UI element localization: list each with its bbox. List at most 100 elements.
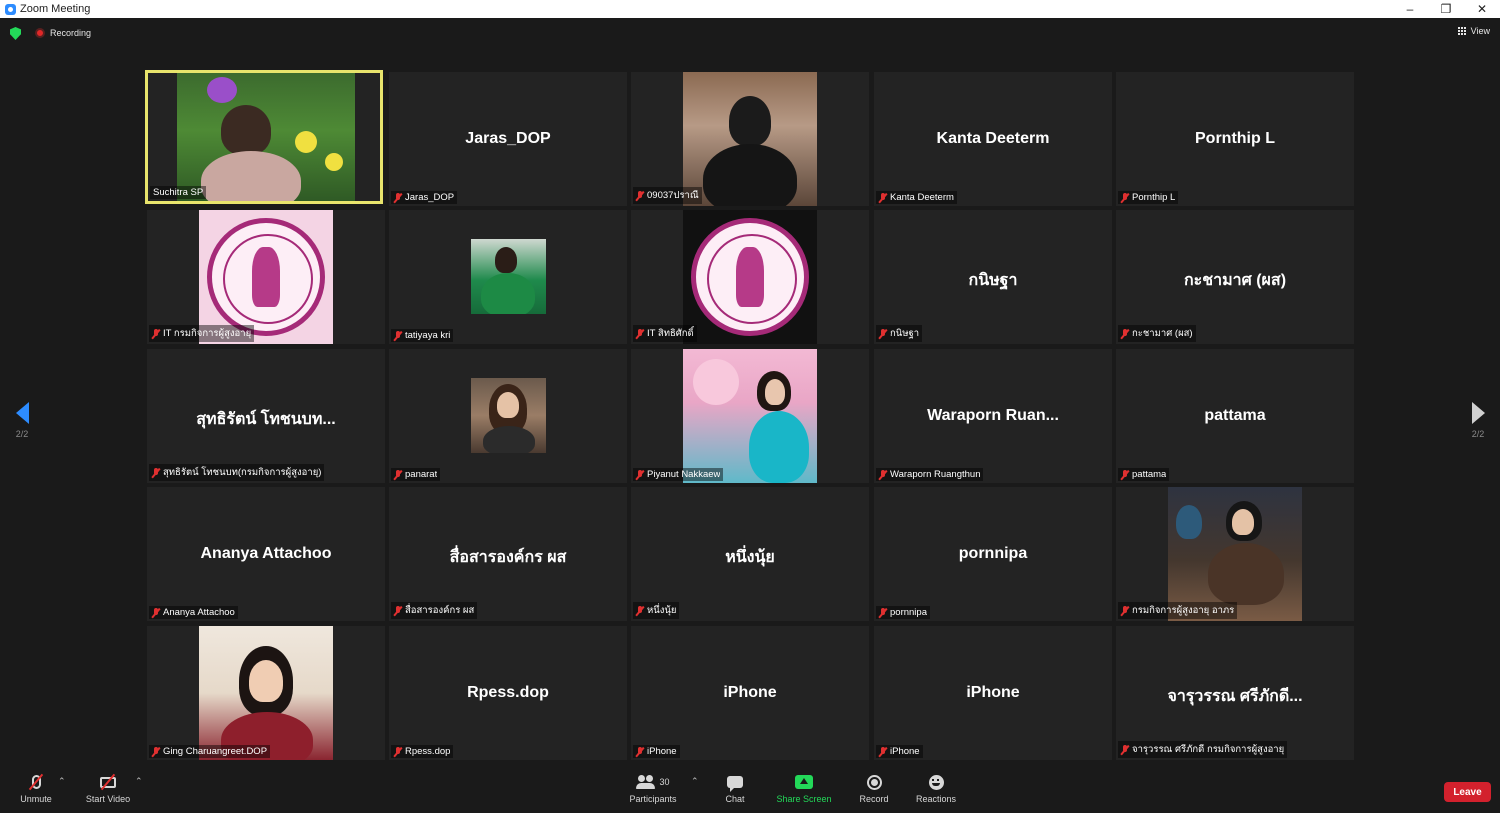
close-button[interactable]: ✕ xyxy=(1464,0,1500,18)
participant-display-name: Pornthip L xyxy=(1195,130,1275,147)
participant-tile[interactable]: Suchitra SP xyxy=(145,70,383,204)
participant-name: tatiyaya kri xyxy=(405,330,451,341)
mic-muted-icon xyxy=(152,746,160,757)
participant-tile[interactable]: Waraporn Ruan... Waraporn Ruangthun xyxy=(874,349,1112,483)
participant-tile[interactable]: Kanta Deeterm Kanta Deeterm xyxy=(874,72,1112,206)
participant-tile[interactable]: Pornthip L Pornthip L xyxy=(1116,72,1354,206)
organization-seal-icon xyxy=(207,218,325,336)
participant-tile[interactable]: iPhone iPhone xyxy=(874,626,1112,760)
participant-display-name: Waraporn Ruan... xyxy=(927,407,1059,424)
participant-nametag: tatiyaya kri xyxy=(391,329,454,342)
unmute-button[interactable]: Unmute xyxy=(16,773,56,804)
share-screen-button[interactable]: Share Screen xyxy=(774,773,834,804)
participant-nametag: กะชามาศ (ผส) xyxy=(1118,325,1196,342)
participant-nametag: Suchitra SP xyxy=(150,186,207,199)
participant-tile[interactable]: หนึ่งนุ้ย หนึ่งนุ้ย xyxy=(631,487,869,621)
mic-muted-icon xyxy=(394,605,402,616)
participant-name: 09037ปราณี xyxy=(647,190,699,201)
participant-nametag: Jaras_DOP xyxy=(391,191,458,204)
recording-indicator[interactable]: Recording xyxy=(35,28,91,38)
encryption-shield-icon[interactable] xyxy=(10,27,21,40)
organization-seal-icon xyxy=(691,218,809,336)
participant-name: IT กรมกิจการผู้สูงอายุ xyxy=(163,328,252,339)
record-label: Record xyxy=(859,794,889,804)
participant-name: panarat xyxy=(405,469,438,480)
zoom-logo-icon xyxy=(5,3,16,15)
participant-tile[interactable]: สุทธิรัตน์ โทชนบท... สุทธิรัตน์ โทชนบท(ก… xyxy=(147,349,385,483)
participant-name: iPhone xyxy=(647,746,677,757)
participant-name: Kanta Deeterm xyxy=(890,192,954,203)
reactions-button[interactable]: Reactions xyxy=(913,773,959,804)
participant-nametag: pattama xyxy=(1118,468,1170,481)
participant-tile[interactable]: iPhone iPhone xyxy=(631,626,869,760)
reactions-label: Reactions xyxy=(915,794,957,804)
participant-tile[interactable]: 09037ปราณี xyxy=(631,72,869,206)
participant-nametag: Rpess.dop xyxy=(391,745,454,758)
mic-muted-icon xyxy=(1121,744,1129,755)
participant-nametag: จารุวรรณ ศรีภักดี กรมกิจการผู้สูงอายุ xyxy=(1118,741,1288,758)
participant-tile[interactable]: pornnipa pornnipa xyxy=(874,487,1112,621)
audio-options-chevron-icon[interactable]: ⌃ xyxy=(58,776,66,787)
participant-tile[interactable]: tatiyaya kri xyxy=(389,210,627,344)
record-button[interactable]: Record xyxy=(855,773,893,804)
participant-name: pattama xyxy=(1132,469,1167,480)
participant-tile[interactable]: กรมกิจการผู้สูงอายุ อาภร xyxy=(1116,487,1354,621)
participant-display-name: สื่อสารองค์กร ผส xyxy=(449,549,567,566)
participant-tile[interactable]: Ging Charuangreet.DOP xyxy=(147,626,385,760)
minimize-button[interactable]: – xyxy=(1392,0,1428,18)
participants-button[interactable]: 30 Participants xyxy=(624,773,682,804)
participant-tile[interactable]: Rpess.dop Rpess.dop xyxy=(389,626,627,760)
participant-video xyxy=(683,210,817,344)
participant-nametag: iPhone xyxy=(876,745,923,758)
participant-video xyxy=(199,210,333,344)
participant-name: กนิษฐา xyxy=(890,328,920,339)
mic-muted-icon xyxy=(879,192,887,203)
participant-tile[interactable]: จารุวรรณ ศรีภักดี... จารุวรรณ ศรีภักดี ก… xyxy=(1116,626,1354,760)
participant-tile[interactable]: pattama pattama xyxy=(1116,349,1354,483)
participants-options-chevron-icon[interactable]: ⌃ xyxy=(691,776,699,787)
previous-page-button[interactable]: 2/2 xyxy=(12,402,32,439)
share-screen-label: Share Screen xyxy=(776,794,832,804)
start-video-button[interactable]: Start Video xyxy=(82,773,134,804)
participant-nametag: IT สิทธิศักดิ์ xyxy=(633,325,697,342)
unmute-label: Unmute xyxy=(20,794,52,804)
participant-tile[interactable]: สื่อสารองค์กร ผส สื่อสารองค์กร ผส xyxy=(389,487,627,621)
mic-muted-icon xyxy=(636,190,644,201)
participant-name: Suchitra SP xyxy=(153,187,204,198)
mic-muted-icon xyxy=(152,328,160,339)
participant-display-name: Rpess.dop xyxy=(467,684,549,701)
participant-display-name: จารุวรรณ ศรีภักดี... xyxy=(1167,688,1303,705)
participant-video xyxy=(471,239,546,314)
participant-tile[interactable]: Jaras_DOP Jaras_DOP xyxy=(389,72,627,206)
participant-display-name: กะชามาศ (ผส) xyxy=(1183,272,1287,289)
participant-tile[interactable]: IT สิทธิศักดิ์ xyxy=(631,210,869,344)
participant-tile[interactable]: Piyanut Nakkaew xyxy=(631,349,869,483)
meeting-toolbar: Unmute ⌃ Start Video ⌃ 30 Participants ⌃… xyxy=(0,765,1500,813)
view-button[interactable]: View xyxy=(1457,26,1490,36)
maximize-button[interactable]: ❐ xyxy=(1428,0,1464,18)
start-video-label: Start Video xyxy=(85,794,131,804)
mic-muted-icon xyxy=(879,328,887,339)
participant-nametag: iPhone xyxy=(633,745,680,758)
next-page-button[interactable]: 2/2 xyxy=(1468,402,1488,439)
participant-tile[interactable]: กนิษฐา กนิษฐา xyxy=(874,210,1112,344)
video-options-chevron-icon[interactable]: ⌃ xyxy=(135,776,143,787)
mic-muted-icon xyxy=(1121,328,1129,339)
meeting-topbar: Recording View xyxy=(0,18,1500,50)
participant-nametag: panarat xyxy=(391,468,441,481)
leave-button[interactable]: Leave xyxy=(1444,782,1491,802)
participant-tile[interactable]: Ananya Attachoo Ananya Attachoo xyxy=(147,487,385,621)
mic-muted-icon xyxy=(394,330,402,341)
participant-name: Ging Charuangreet.DOP xyxy=(163,746,268,757)
participant-nametag: หนึ่งนุ้ย xyxy=(633,602,680,619)
participant-tile[interactable]: panarat xyxy=(389,349,627,483)
mic-muted-icon xyxy=(1121,469,1129,480)
participant-tile[interactable]: IT กรมกิจการผู้สูงอายุ xyxy=(147,210,385,344)
mic-muted-icon xyxy=(636,328,644,339)
participant-tile[interactable]: กะชามาศ (ผส) กะชามาศ (ผส) xyxy=(1116,210,1354,344)
participant-nametag: สื่อสารองค์กร ผส xyxy=(391,602,478,619)
participant-nametag: Ging Charuangreet.DOP xyxy=(149,745,271,758)
participant-video xyxy=(683,349,817,483)
mic-muted-icon xyxy=(152,467,160,478)
chat-button[interactable]: Chat xyxy=(718,773,752,804)
